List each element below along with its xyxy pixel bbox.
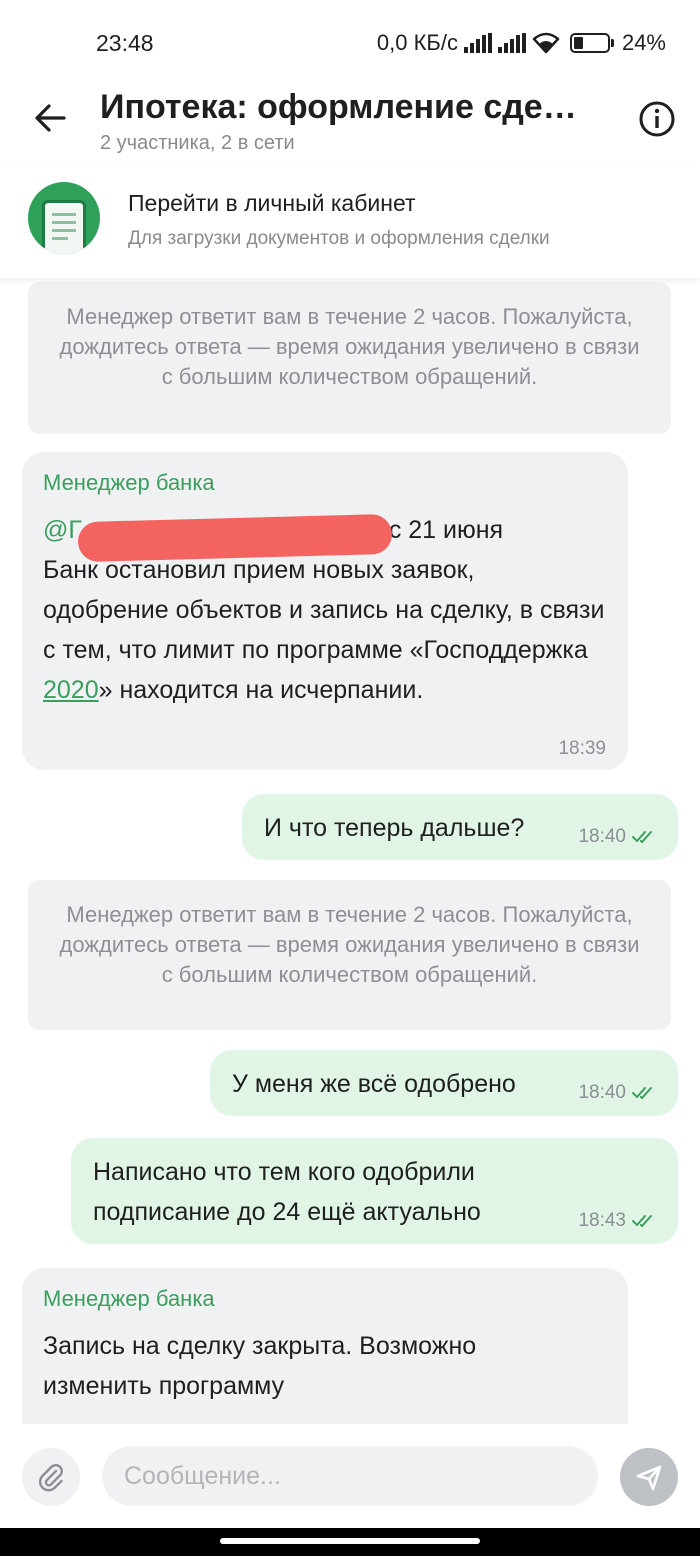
inline-link[interactable]: 2020 <box>43 676 99 704</box>
wifi-icon <box>532 32 560 54</box>
document-icon <box>28 182 100 254</box>
back-button[interactable] <box>30 98 70 138</box>
message-meta: 18:40 <box>578 826 658 848</box>
cabinet-title: Перейти в личный кабинет <box>128 190 416 216</box>
system-nav-bar <box>0 1528 700 1556</box>
network-speed: 0,0 КБ/с <box>376 30 458 55</box>
redaction-mark <box>77 513 393 563</box>
chat-subtitle: 2 участника, 2 в сети <box>100 132 295 154</box>
composer <box>0 1424 700 1528</box>
outgoing-message[interactable]: У меня же всё одобрено 18:40 <box>210 1050 678 1116</box>
chat-header: Ипотека: оформление сделки 2 участника, … <box>0 88 700 168</box>
double-check-icon <box>632 831 652 843</box>
message-time: 18:40 <box>578 826 626 847</box>
double-check-icon <box>632 1215 652 1227</box>
info-button[interactable] <box>638 100 676 138</box>
send-button[interactable] <box>620 1448 678 1506</box>
message-text: Запись на сделку закрыта. Возможно измен… <box>43 1332 477 1400</box>
battery-level: 24% <box>621 30 666 55</box>
system-message: Менеджер ответит вам в течение 2 часов. … <box>28 880 671 1030</box>
incoming-message[interactable]: Менеджер банка Запись на сделку закрыта.… <box>22 1268 628 1424</box>
send-icon <box>636 1465 662 1491</box>
double-check-icon <box>632 1087 652 1099</box>
outgoing-message[interactable]: И что теперь дальше? 18:40 <box>242 794 678 860</box>
message-input[interactable] <box>102 1446 598 1506</box>
incoming-message[interactable]: Менеджер банка @Гич, с 21 июня Банк оста… <box>22 452 628 770</box>
message-list[interactable]: Менеджер ответит вам в течение 2 часов. … <box>0 278 700 1424</box>
sender-name: Менеджер банка <box>43 1286 215 1311</box>
message-time: 18:39 <box>558 738 606 759</box>
status-icons: 0,0 КБ/с 24% <box>377 30 666 56</box>
message-time: 18:43 <box>578 1210 626 1231</box>
attach-button[interactable] <box>22 1448 80 1506</box>
cabinet-subtitle: Для загрузки документов и оформления сде… <box>128 228 550 249</box>
battery-icon <box>569 33 614 53</box>
signal-icon <box>463 33 492 53</box>
message-time: 18:40 <box>578 1082 626 1103</box>
status-bar: 23:48 0,0 КБ/с 24% <box>0 0 700 88</box>
paperclip-icon <box>38 1464 63 1492</box>
cabinet-banner[interactable]: Перейти в личный кабинет Для загрузки до… <box>0 168 700 278</box>
home-indicator[interactable] <box>220 1538 480 1544</box>
system-message: Менеджер ответит вам в течение 2 часов. … <box>28 282 671 434</box>
message-meta: 18:43 <box>578 1210 658 1232</box>
message-text: Написано что тем кого одобрили подписани… <box>93 1158 481 1226</box>
status-time: 23:48 <box>96 30 154 56</box>
chat-title: Ипотека: оформление сделки <box>100 88 590 126</box>
sender-name: Менеджер банка <box>43 470 215 495</box>
message-meta: 18:40 <box>578 1082 658 1104</box>
arrow-left-icon <box>35 104 66 132</box>
outgoing-message[interactable]: Написано что тем кого одобрили подписани… <box>71 1138 678 1244</box>
signal-icon <box>497 33 526 53</box>
info-icon <box>639 101 675 137</box>
